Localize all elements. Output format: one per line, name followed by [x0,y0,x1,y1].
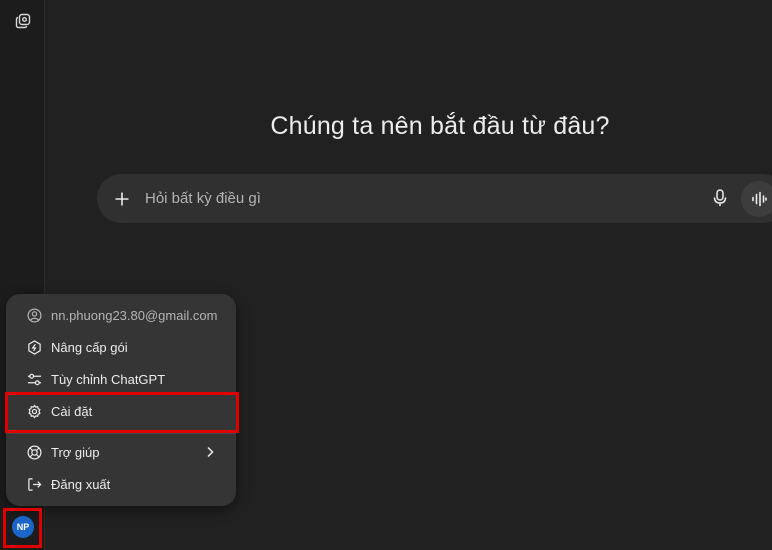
menu-item-settings[interactable]: Cài đặt [12,396,230,426]
add-attachment-button[interactable] [111,188,133,210]
lifebuoy-icon [26,444,42,460]
menu-divider [6,433,236,434]
prompt-input[interactable] [145,190,685,207]
microphone-icon [713,189,727,206]
plus-icon [115,192,129,205]
waveform-icon [752,191,767,207]
menu-item-label: Đăng xuất [51,476,111,492]
account-email: nn.phuong23.80@gmail.com [12,300,230,330]
sliders-icon [26,371,42,387]
menu-item-help[interactable]: Trợ giúp [12,437,230,467]
logout-icon [26,476,42,492]
composer [97,174,772,223]
account-menu: nn.phuong23.80@gmail.com Nâng cấp gói Tù… [6,294,236,506]
gear-icon [26,403,42,419]
menu-item-label: Tùy chỉnh ChatGPT [51,371,166,387]
menu-item-label: Nâng cấp gói [51,339,128,355]
menu-item-label: Trợ giúp [51,444,100,460]
menu-item-logout[interactable]: Đăng xuất [12,469,230,499]
voice-mode-button[interactable] [741,181,772,217]
upgrade-icon [26,339,42,355]
menu-item-label: Cài đặt [51,403,93,419]
page-title: Chúng ta nên bắt đầu từ đâu? [270,112,610,140]
menu-item-upgrade[interactable]: Nâng cấp gói [12,332,230,362]
user-circle-icon [26,307,42,323]
chat-history-icon [15,13,31,29]
dictate-button[interactable] [709,187,731,209]
user-avatar[interactable]: NP [12,516,34,538]
sidebar-toggle-button[interactable] [12,10,34,32]
account-email-text: nn.phuong23.80@gmail.com [51,307,218,323]
chat-app: Chúng ta nên bắt đầu từ đâu? Hỏi bất kỳ … [0,0,772,550]
chevron-right-icon [202,444,218,460]
menu-item-customize[interactable]: Tùy chỉnh ChatGPT [12,364,230,394]
